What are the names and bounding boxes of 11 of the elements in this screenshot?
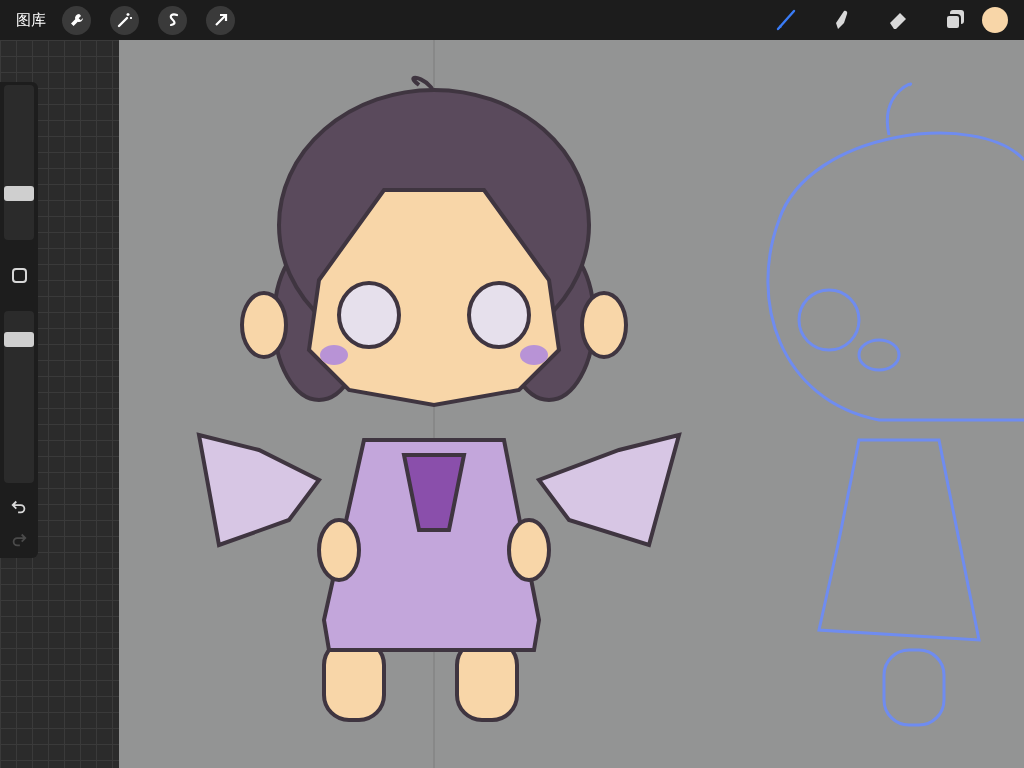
magic-wand-button[interactable]: [110, 5, 139, 35]
arrow-cursor-button[interactable]: [206, 5, 235, 35]
modify-button[interactable]: [11, 268, 27, 283]
wrench-button[interactable]: [62, 5, 91, 35]
slider-thumb[interactable]: [4, 186, 34, 201]
slider-thumb[interactable]: [4, 332, 34, 347]
color-swatch[interactable]: [982, 7, 1008, 33]
brush-size-slider[interactable]: [4, 85, 34, 240]
selection-button[interactable]: [158, 5, 187, 35]
gallery-link[interactable]: 图库: [16, 8, 46, 32]
opacity-slider[interactable]: [4, 311, 34, 483]
